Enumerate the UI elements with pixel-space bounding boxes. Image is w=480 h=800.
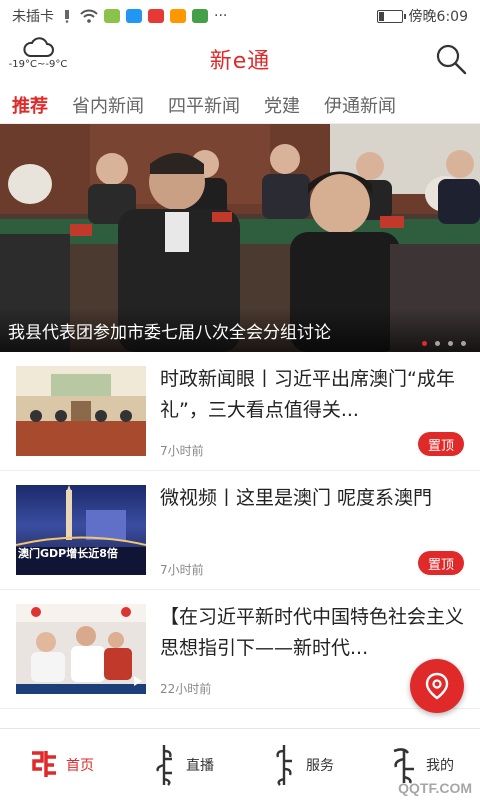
news-thumbnail: [16, 366, 146, 456]
nav-service-label: 服务: [306, 757, 334, 774]
mongolian-service-glyph-icon: [276, 744, 292, 786]
video-app-icon: [170, 9, 186, 23]
pinned-badge: 置顶: [418, 551, 464, 575]
app-title: 新e通: [209, 49, 271, 74]
news-time: 22小时前: [160, 682, 212, 696]
mongolian-home-glyph-icon: [32, 750, 56, 777]
category-tabs: 推荐 省内新闻 四平新闻 党建 伊通新闻: [0, 86, 480, 124]
nav-live[interactable]: 直播: [120, 729, 240, 800]
tab-provincial-news[interactable]: 省内新闻: [60, 92, 156, 118]
tv-app-icon: [148, 9, 164, 23]
search-button[interactable]: [434, 42, 468, 76]
cloud-icon: [23, 37, 54, 57]
news-thumbnail: 澳门GDP增长近8倍: [16, 485, 146, 575]
message-app-icon: [126, 9, 142, 23]
news-title: 微视频丨这里是澳门 呢度系澳門: [160, 487, 433, 509]
carousel-dot[interactable]: [435, 341, 440, 346]
thumbnail-caption: 澳门GDP增长近8倍: [18, 547, 118, 560]
tab-yitong-news[interactable]: 伊通新闻: [312, 92, 408, 118]
news-list: 时政新闻眼丨习近平出席澳门“成年礼”，三大看点值得关... 7小时前 置顶 澳门…: [0, 352, 480, 728]
news-title: 时政新闻眼丨习近平出席澳门“成年礼”，三大看点值得关...: [160, 368, 455, 421]
location-pin-icon: [425, 672, 449, 700]
carousel-dot[interactable]: [422, 341, 427, 346]
nav-live-label: 直播: [186, 757, 214, 774]
location-float-button[interactable]: [410, 659, 464, 713]
news-item[interactable]: 【在习近平新时代中国特色社会主义思想指引下——新时代... 22小时前: [0, 590, 480, 709]
battery-icon: [376, 9, 406, 23]
no-sim-icon: [65, 10, 69, 23]
news-title: 【在习近平新时代中国特色社会主义思想指引下——新时代...: [160, 606, 465, 659]
watermark: QQTF.COM: [398, 780, 472, 796]
pinned-badge: 置顶: [418, 432, 464, 456]
nav-mine-label: 我的: [426, 757, 454, 774]
carousel-dot[interactable]: [448, 341, 453, 346]
app-header: -19°C~-9°C 新e通: [0, 32, 480, 86]
tab-party-building[interactable]: 党建: [252, 92, 312, 118]
news-item[interactable]: 澳门GDP增长近8倍 微视频丨这里是澳门 呢度系澳門 7小时前 置顶: [0, 471, 480, 590]
tab-siping-news[interactable]: 四平新闻: [156, 92, 252, 118]
android-app-icon: [104, 9, 120, 23]
news-thumbnail: [16, 604, 146, 694]
news-time: 7小时前: [160, 444, 204, 458]
banner-carousel[interactable]: 我县代表团参加市委七届八次全会分组讨论: [0, 124, 480, 352]
weather-temperature: -19°C~-9°C: [8, 59, 68, 70]
search-icon: [436, 44, 467, 75]
wifi-icon: [80, 9, 98, 23]
status-bar: 未插卡 ··· 傍晚6:09: [0, 0, 480, 32]
tab-recommended[interactable]: 推荐: [0, 92, 60, 118]
more-notifications: ···: [214, 8, 228, 24]
status-time: 傍晚6:09: [408, 9, 468, 25]
carousel-dot[interactable]: [461, 341, 466, 346]
banner-caption-text: 我县代表团参加市委七届八次全会分组讨论: [8, 322, 331, 343]
carousel-indicators: [422, 341, 466, 346]
nav-home[interactable]: 首页: [0, 729, 120, 800]
mongolian-live-glyph-icon: [156, 744, 172, 786]
news-item[interactable]: 时政新闻眼丨习近平出席澳门“成年礼”，三大看点值得关... 7小时前 置顶: [0, 352, 480, 471]
news-app-icon: [192, 9, 208, 23]
carrier-text: 未插卡: [12, 9, 54, 25]
news-time: 7小时前: [160, 563, 204, 577]
banner-caption: 我县代表团参加市委七届八次全会分组讨论: [0, 308, 480, 352]
nav-service[interactable]: 服务: [240, 729, 360, 800]
nav-home-label: 首页: [66, 757, 94, 774]
weather-widget[interactable]: -19°C~-9°C: [6, 36, 70, 70]
